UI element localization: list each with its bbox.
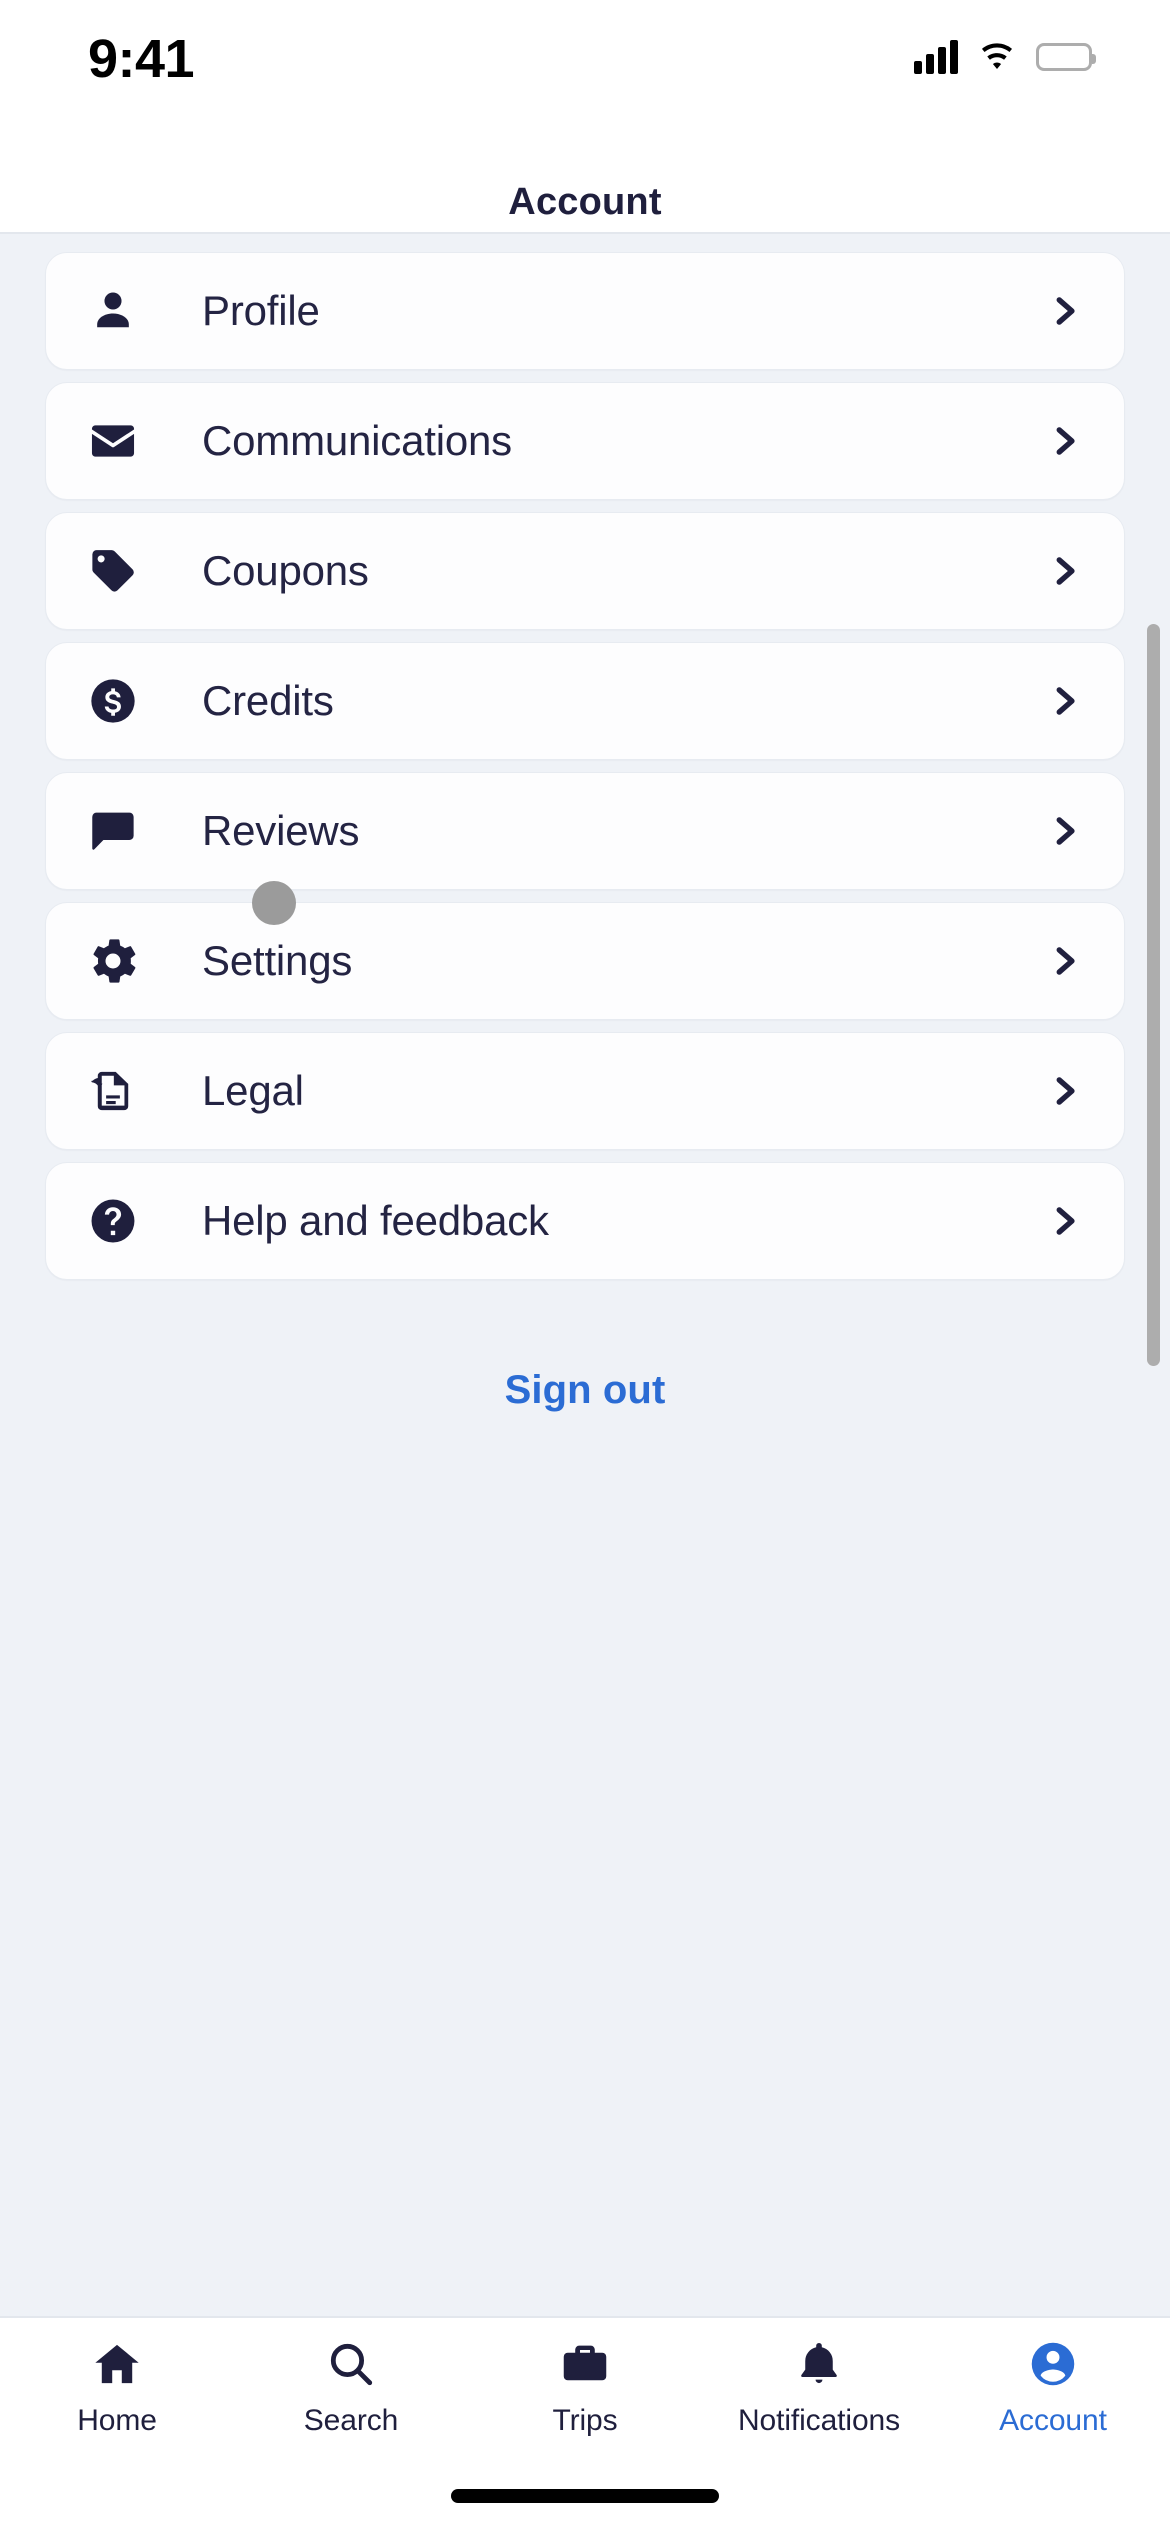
menu-item-settings[interactable]: Settings [45,881,1125,1020]
chevron-right-icon[interactable] [1044,681,1084,721]
status-bar-icons [914,34,1096,80]
chevron-right-icon[interactable] [1044,551,1084,591]
tab-notifications[interactable]: Notifications [702,2338,936,2438]
menu-item-label: Communications [202,417,512,464]
vertical-scrollbar[interactable] [1146,234,1162,2316]
tab-account[interactable]: Account [936,2338,1170,2438]
tab-trips[interactable]: Trips [468,2338,702,2438]
chevron-right-icon[interactable] [1044,291,1084,331]
chevron-right-icon[interactable] [1044,941,1084,981]
envelope-icon [84,412,142,470]
account-scroll-area[interactable]: Profile Communications Coupons Credits R… [0,234,1170,2316]
menu-item-help-and-feedback[interactable]: Help and feedback [45,1162,1125,1280]
tab-home[interactable]: Home [0,2338,234,2438]
person-icon [84,282,142,340]
account-menu-list: Profile Communications Coupons Credits R… [0,252,1170,1280]
chevron-right-icon[interactable] [1044,811,1084,851]
policy-document-icon [84,1062,142,1120]
menu-item-profile[interactable]: Profile [45,252,1125,370]
menu-item-label: Profile [202,287,320,334]
bottom-tab-bar: Home Search Trips Notifications Account [0,2316,1170,2460]
tab-label: Account [999,2404,1107,2437]
sign-out-button[interactable]: Sign out [505,1368,666,1413]
tab-label: Home [77,2404,157,2437]
account-circle-icon [1028,2338,1078,2390]
briefcase-icon [560,2338,610,2390]
menu-item-label: Coupons [202,547,369,594]
home-indicator[interactable] [451,2489,719,2503]
menu-item-label: Credits [202,677,334,724]
bell-icon [794,2338,844,2390]
menu-item-credits[interactable]: Credits [45,642,1125,760]
menu-item-label: Help and feedback [202,1197,549,1244]
home-icon [92,2338,142,2390]
app-header: Account [0,172,1170,234]
tab-search[interactable]: Search [234,2338,468,2438]
menu-item-label: Legal [202,1067,304,1114]
menu-item-label: Settings [202,937,353,984]
battery-full-icon [1036,43,1096,71]
cellular-signal-icon [914,40,958,74]
gear-icon [84,932,142,990]
menu-item-legal[interactable]: Legal [45,1032,1125,1150]
menu-item-label: Reviews [202,807,360,854]
menu-item-reviews[interactable]: Reviews [45,772,1125,890]
question-circle-icon [84,1192,142,1250]
status-bar-clock: 9:41 [88,29,195,89]
wifi-icon [975,40,1019,74]
tab-label: Notifications [737,2404,901,2437]
menu-item-communications[interactable]: Communications [45,382,1125,500]
phone-screen: 9:41 Account Profile Communications Coup… [0,0,1170,2532]
chevron-right-icon[interactable] [1044,1201,1084,1241]
status-bar: 9:41 [0,0,1170,172]
tab-label: Trips [552,2404,618,2437]
home-indicator-area [0,2460,1170,2532]
search-icon [326,2338,376,2390]
scrollbar-thumb[interactable] [1147,624,1160,1366]
price-tag-icon [84,542,142,600]
page-title: Account [508,180,662,223]
chevron-right-icon[interactable] [1044,1071,1084,1111]
chevron-right-icon[interactable] [1044,421,1084,461]
menu-item-coupons[interactable]: Coupons [45,512,1125,630]
speech-bubble-icon [84,802,142,860]
tab-label: Search [303,2404,399,2437]
sign-out-row: Sign out [0,1368,1170,1413]
dollar-circle-icon [84,672,142,730]
